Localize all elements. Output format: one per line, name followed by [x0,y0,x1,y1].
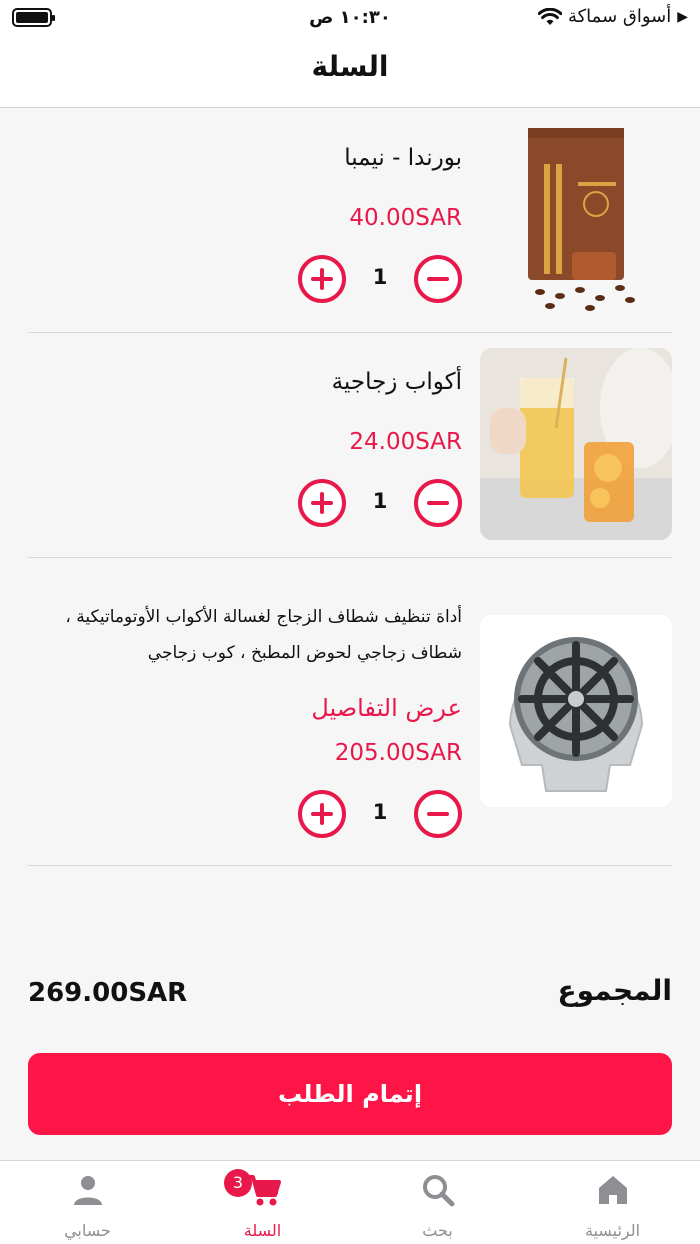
product-name: بورندا - نيمبا [344,145,462,171]
coffee-bag-image[interactable] [480,124,672,316]
wifi-icon [537,7,562,26]
product-name-line-2: شطاف زجاجي لحوض المطبخ ، كوب زجاجي [147,643,462,663]
product-price: 24.00SAR [349,429,462,455]
quantity-stepper: 1 [298,790,462,838]
decrease-quantity-button[interactable] [414,479,462,527]
glass-rinser-image[interactable] [480,615,672,807]
product-name-line-1: أداة تنظيف شطاف الزجاج لغسالة الأكواب ال… [65,607,462,627]
total-label: المجموع [557,974,672,1007]
quantity-value: 1 [372,265,388,289]
tab-account[interactable]: حسابي [0,1161,175,1244]
increase-quantity-button[interactable] [298,790,346,838]
cart-item: بورندا - نيمبا 40.00SAR 1 [28,109,672,333]
tab-search-label: بحث [422,1221,453,1240]
search-icon [350,1173,525,1207]
total-amount: 269.00SAR [28,978,188,1008]
glass-cups-image[interactable] [480,348,672,540]
carrier-name: أسواق سماكة [567,6,672,27]
decrease-quantity-button[interactable] [414,255,462,303]
checkout-button[interactable]: إتمام الطلب [28,1053,672,1135]
play-icon: ▶ [677,8,688,25]
view-details-link[interactable]: عرض التفاصيل [311,694,462,722]
quantity-value: 1 [372,800,388,824]
status-bar: ١٠:٣٠ ص أسواق سماكة ▶ [0,0,700,36]
tab-search[interactable]: بحث [350,1161,525,1244]
header: السلة [0,36,700,108]
increase-quantity-button[interactable] [298,479,346,527]
quantity-stepper: 1 [298,479,462,527]
product-price: 205.00SAR [334,740,462,766]
cart-item: أداة تنظيف شطاف الزجاج لغسالة الأكواب ال… [28,558,672,866]
cart-badge: 3 [224,1169,252,1197]
home-icon [525,1173,700,1207]
total-row: المجموع 269.00SAR [28,972,672,1020]
quantity-value: 1 [372,489,388,513]
product-name: أكواب زجاجية [331,369,462,395]
increase-quantity-button[interactable] [298,255,346,303]
page-title: السلة [311,50,389,83]
decrease-quantity-button[interactable] [414,790,462,838]
tab-bar: حسابي السلة بحث الرئيسية 3 [0,1160,700,1244]
cart-item: أكواب زجاجية 24.00SAR 1 [28,333,672,558]
tab-account-label: حسابي [64,1221,111,1240]
person-icon [0,1173,175,1207]
tab-home[interactable]: الرئيسية [525,1161,700,1244]
cart-icon [175,1173,350,1207]
product-price: 40.00SAR [349,205,462,231]
tab-home-label: الرئيسية [584,1221,641,1240]
status-carrier-group: أسواق سماكة ▶ [537,6,688,27]
quantity-stepper: 1 [298,255,462,303]
tab-cart[interactable]: السلة [175,1161,350,1244]
tab-cart-label: السلة [243,1221,282,1240]
